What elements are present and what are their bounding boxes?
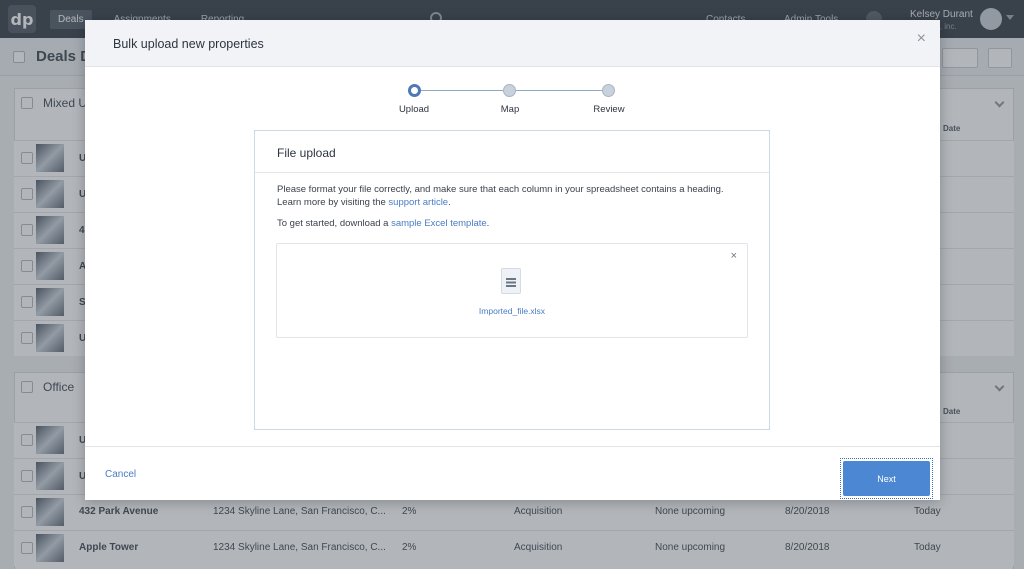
step-review-label: Review [593, 104, 625, 115]
step-connector [421, 90, 509, 91]
step-review-dot [602, 84, 615, 97]
uploaded-file-name[interactable]: Imported_file.xlsx [277, 306, 747, 316]
modal-header: Bulk upload new properties × [85, 20, 940, 67]
next-button-label: Next [843, 461, 930, 496]
upload-stepper: Upload Map Review [85, 83, 940, 123]
step-upload-label: Upload [398, 104, 430, 115]
card-title: File upload [277, 146, 336, 160]
get-started-text: To get started, download a [277, 218, 392, 229]
file-dropzone[interactable]: × Imported_file.xlsx [276, 243, 748, 338]
close-icon[interactable]: × [917, 30, 926, 48]
get-started-instructions: To get started, download a sample Excel … [277, 217, 757, 230]
period-text: . [486, 218, 490, 229]
cancel-button[interactable]: Cancel [105, 469, 136, 480]
modal-footer: Cancel Next [85, 446, 940, 500]
step-map-label: Map [500, 104, 520, 115]
support-article-link[interactable]: support article [388, 197, 448, 208]
sample-template-link[interactable]: sample Excel template [391, 218, 487, 229]
next-button[interactable]: Next [840, 458, 933, 499]
step-connector [516, 90, 608, 91]
step-map-dot [503, 84, 516, 97]
file-upload-card: File upload Please format your file corr… [254, 130, 770, 430]
period-text: . [448, 197, 451, 208]
learn-more-text: Learn more by visiting the [277, 197, 389, 208]
format-instructions: Please format your file correctly, and m… [277, 183, 757, 209]
modal-title: Bulk upload new properties [113, 37, 264, 51]
bulk-upload-modal: Bulk upload new properties × Upload Map … [85, 20, 940, 500]
remove-file-icon[interactable]: × [731, 250, 737, 262]
card-header: File upload [255, 131, 769, 173]
spreadsheet-file-icon [501, 268, 521, 294]
step-upload-dot [408, 84, 421, 97]
instructions-text: Please format your file correctly, and m… [277, 184, 724, 195]
